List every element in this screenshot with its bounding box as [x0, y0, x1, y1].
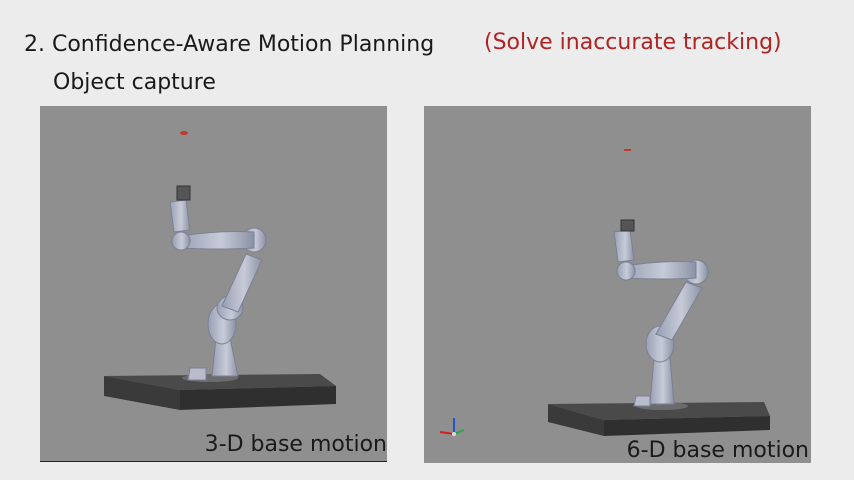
- slide-title: 2. Confidence-Aware Motion Planning: [24, 32, 435, 57]
- slide-title-note: (Solve inaccurate tracking): [484, 30, 782, 55]
- target-marker: [624, 149, 631, 151]
- robot-arm: [613, 219, 709, 407]
- simulation-view-6d-base: 6-D base motion: [424, 106, 811, 463]
- panel-caption: 6-D base motion: [626, 438, 809, 463]
- robot-arm: [169, 185, 267, 381]
- target-marker: [180, 131, 188, 135]
- robot-base-platform: [548, 402, 770, 436]
- simulation-view-3d-base: 3-D base motion: [40, 106, 387, 462]
- xyz-axes-icon: [439, 418, 465, 436]
- panel-caption: 3-D base motion: [204, 432, 387, 457]
- robot-base-platform: [104, 374, 336, 410]
- slide-subtitle: Object capture: [53, 70, 216, 95]
